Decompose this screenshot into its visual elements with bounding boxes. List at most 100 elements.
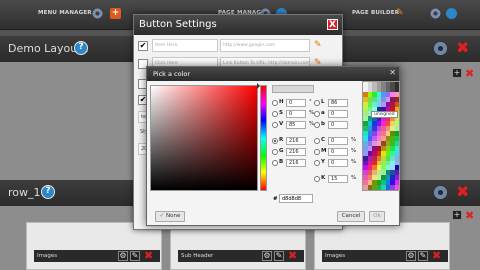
radio-button[interactable] — [272, 100, 278, 106]
field-s: S 0% — [272, 110, 317, 119]
field-unit: % — [351, 148, 357, 154]
close-icon[interactable]: ✕ — [389, 68, 396, 77]
field-input[interactable]: 0 — [328, 110, 348, 118]
gear-icon[interactable] — [92, 8, 103, 19]
close-button[interactable]: X — [327, 19, 338, 30]
radio-button[interactable] — [272, 111, 278, 117]
delete-icon[interactable]: ✖ — [144, 248, 153, 264]
picker-title-bar: Pick a color ✕ — [147, 67, 399, 81]
field-input[interactable]: 15 — [328, 175, 348, 183]
field-y: Y 0% — [314, 159, 360, 168]
hue-slider-handle[interactable] — [257, 83, 260, 89]
help-icon[interactable]: ? — [41, 185, 55, 199]
module-label: Images — [325, 253, 346, 259]
delete-icon[interactable]: ✖ — [456, 184, 469, 200]
button-name-input[interactable]: Item Here — [152, 39, 218, 52]
field-unit: % — [351, 175, 357, 181]
module-bar[interactable]: Images ⚙ ✎ ✖ — [322, 248, 448, 264]
field-input[interactable]: 86 — [328, 99, 348, 107]
field-label: V — [279, 121, 284, 127]
pencil-icon[interactable]: ✎ — [314, 40, 326, 51]
row-title: row_1 — [8, 186, 41, 199]
page-builder-label[interactable]: PAGE BUILDER — [352, 10, 399, 16]
radio-button[interactable] — [314, 176, 320, 182]
edit-icon[interactable]: ✎ — [274, 251, 284, 261]
field-label: Y — [321, 159, 325, 165]
delete-icon[interactable]: ✖ — [465, 66, 474, 82]
gear-icon[interactable]: ⚙ — [406, 251, 416, 261]
saturation-value-field[interactable] — [150, 85, 258, 191]
field-input[interactable]: 0 — [328, 121, 348, 129]
gear-icon[interactable]: ⚙ — [262, 251, 272, 261]
radio-button[interactable] — [272, 149, 278, 155]
picker-title: Pick a color — [153, 70, 191, 78]
enable-checkbox[interactable]: ✔ — [138, 41, 148, 51]
none-button[interactable]: ✓ None — [155, 211, 185, 222]
module-bar[interactable]: Images ⚙ ✎ ✖ — [34, 248, 160, 264]
gear-icon[interactable] — [430, 8, 441, 19]
field-label: H — [279, 99, 284, 105]
field-label: R — [279, 137, 284, 143]
help-icon[interactable] — [446, 8, 457, 19]
field-input[interactable]: 0 — [328, 148, 348, 156]
add-icon[interactable]: + — [452, 210, 462, 220]
delete-icon[interactable]: ✖ — [465, 208, 474, 224]
delete-icon[interactable]: ✖ — [456, 40, 469, 56]
gear-icon[interactable] — [433, 41, 448, 56]
add-button[interactable]: + — [110, 8, 121, 19]
field-c: C 0% — [314, 137, 360, 146]
gear-icon[interactable] — [433, 185, 448, 200]
none-label: None — [166, 213, 181, 219]
delete-icon[interactable]: ✖ — [288, 248, 297, 264]
field-unit: % — [351, 137, 357, 143]
radio-button[interactable] — [272, 160, 278, 166]
gear-icon[interactable]: ⚙ — [118, 251, 128, 261]
field-label: B — [279, 159, 284, 165]
edit-icon[interactable]: ✎ — [418, 251, 428, 261]
field-a: a0 — [314, 110, 360, 119]
field-label: a — [321, 110, 325, 116]
hex-input[interactable]: d8d8d8 — [279, 194, 313, 203]
field-unit: % — [351, 159, 357, 165]
field-input[interactable]: 216 — [286, 137, 306, 145]
help-icon[interactable]: ? — [74, 41, 88, 55]
field-input[interactable]: 0 — [286, 99, 306, 107]
menu-manager-label[interactable]: MENU MANAGER — [38, 10, 92, 16]
hex-label: # — [273, 196, 278, 202]
field-label: G — [279, 148, 284, 154]
field-input[interactable]: 0 — [286, 110, 306, 118]
radio-button[interactable] — [314, 100, 320, 106]
radio-button[interactable] — [272, 122, 278, 128]
hue-slider[interactable] — [260, 85, 267, 191]
ok-button[interactable]: Ok — [369, 211, 385, 222]
radio-button[interactable] — [314, 160, 320, 166]
color-palette[interactable] — [362, 81, 400, 191]
add-icon[interactable]: + — [452, 68, 462, 78]
field-input[interactable]: 0 — [328, 137, 348, 145]
pencil-icon[interactable]: ✎ — [396, 8, 407, 19]
radio-button[interactable] — [314, 149, 320, 155]
palette-swatch[interactable] — [394, 185, 399, 190]
field-input[interactable]: 85 — [286, 121, 306, 129]
radio-button[interactable] — [314, 122, 320, 128]
field-input[interactable]: 216 — [286, 148, 306, 156]
delete-icon[interactable]: ✖ — [432, 248, 441, 264]
radio-button[interactable] — [272, 138, 278, 144]
module-label: Sub Header — [181, 253, 214, 259]
field-b: b0 — [314, 121, 360, 130]
field-label: C — [321, 137, 326, 143]
field-input[interactable]: 0 — [328, 159, 348, 167]
radio-button[interactable] — [314, 111, 320, 117]
module-label: Images — [37, 253, 58, 259]
field-b: B 216 — [272, 159, 317, 168]
edit-icon[interactable]: ✎ — [130, 251, 140, 261]
field-input[interactable]: 216 — [286, 159, 306, 167]
module-bar[interactable]: Sub Header ⚙ ✎ ✖ — [178, 248, 304, 264]
field-unit: ° — [309, 99, 312, 105]
button-url-input[interactable]: http://www.google.com — [220, 39, 310, 52]
cancel-button[interactable]: Cancel — [337, 211, 365, 222]
field-label: S — [279, 110, 283, 116]
radio-button[interactable] — [314, 138, 320, 144]
field-label: K — [321, 175, 326, 181]
field-label: b — [321, 121, 325, 127]
